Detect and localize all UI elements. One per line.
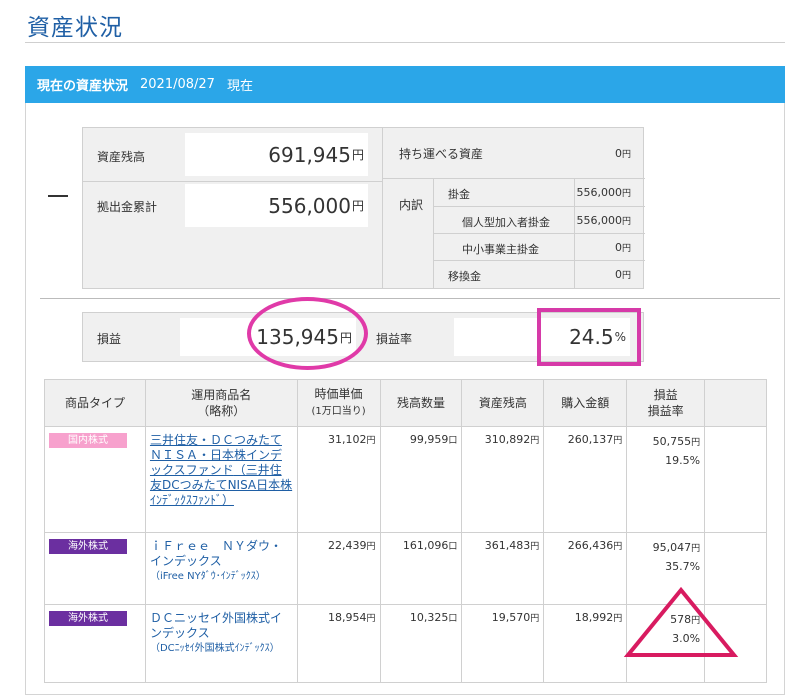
breakdown-row-value: 556,000円 <box>576 186 631 199</box>
breakdown-row: 掛金 556,000円 <box>434 179 645 207</box>
divider <box>574 261 575 289</box>
cost-cell: 260,137円 <box>543 426 628 533</box>
breakdown-row: 移換金 0円 <box>434 261 645 289</box>
portable-value: 0 <box>614 146 622 160</box>
contrib-label: 拠出金累計 <box>97 200 158 214</box>
breakdown-row-label: 掛金 <box>448 188 470 201</box>
breakdown-row: 個人型加入者掛金 556,000円 <box>434 207 645 234</box>
qty-cell: 161,096口 <box>379 532 463 605</box>
price-cell: 31,102円 <box>296 426 381 533</box>
portable-unit: 円 <box>621 149 631 160</box>
section-header: 現在の資産状況 2021/08/27 現在 <box>25 66 785 103</box>
col-price: 時価単価 (1万口当り) <box>296 379 381 427</box>
table-header-row: 商品タイプ 運用商品名 （略称） 時価単価 (1万口当り) 残高数量 資産残高 購入… <box>44 379 767 427</box>
breakdown-label: 内訳 <box>399 198 424 212</box>
type-badge: 国内株式 <box>49 433 127 448</box>
col-balance: 資産残高 <box>461 379 545 427</box>
breakdown-row-value: 0円 <box>614 241 631 254</box>
contrib-unit: 円 <box>351 199 364 213</box>
portable-value-wrap: 0円 <box>615 128 631 178</box>
fund-name[interactable]: ＤＣニッセイ外国株式インデックス <box>150 611 293 641</box>
blank-cell <box>704 426 767 533</box>
cost-cell: 266,436円 <box>543 532 628 605</box>
highlight-rectangle <box>537 308 641 366</box>
balance-cell: 310,892円 <box>461 426 545 533</box>
col-name: 運用商品名 （略称） <box>144 379 298 427</box>
price-cell: 22,439円 <box>296 532 381 605</box>
collapse-icon[interactable] <box>48 195 68 197</box>
balance-value-box: 691,945 円 <box>185 133 368 176</box>
fund-cell: 三井住友・ＤＣつみたてＮＩＳＡ・日本株インデックスファンド（三井住友DCつみたて… <box>144 426 298 533</box>
breakdown-row: 中小事業主掛金 0円 <box>434 234 645 261</box>
title-divider <box>25 42 785 43</box>
qty-cell: 10,325口 <box>379 604 463 683</box>
portable-row: 持ち運べる資産 0円 <box>383 128 645 179</box>
col-qty: 残高数量 <box>379 379 463 427</box>
balance-cell: 361,483円 <box>461 532 545 605</box>
fund-link[interactable]: 三井住友・ＤＣつみたてＮＩＳＡ・日本株インデックスファンド（三井住友DCつみたて… <box>150 433 293 508</box>
divider <box>574 207 575 233</box>
type-cell: 海外株式 <box>44 532 146 605</box>
profit-label: 損益 <box>97 332 122 346</box>
triangle-annotation-icon <box>623 586 739 657</box>
qty-cell: 99,959口 <box>379 426 463 533</box>
breakdown-row-label: 個人型加入者掛金 <box>462 216 550 229</box>
type-cell: 海外株式 <box>44 604 146 683</box>
section-date: 2021/08/27 <box>140 77 215 92</box>
portable-label: 持ち運べる資産 <box>399 146 484 161</box>
section-suffix: 現在 <box>226 79 253 94</box>
highlight-circle <box>247 297 368 370</box>
fund-cell: ｉＦｒｅｅ ＮＹダウ・インデックス （iFree NYﾀﾞｳ･ｲﾝﾃﾞｯｸｽ） <box>144 532 298 605</box>
type-badge: 海外株式 <box>49 539 127 554</box>
balance-label: 資産残高 <box>97 150 146 164</box>
balance-unit: 円 <box>351 148 364 162</box>
col-blank <box>704 379 767 427</box>
pl-cell: 50,755円 19.5% <box>626 426 706 533</box>
breakdown-row-label: 中小事業主掛金 <box>462 243 539 256</box>
fund-name[interactable]: ｉＦｒｅｅ ＮＹダウ・インデックス <box>150 539 293 569</box>
fund-cell: ＤＣニッセイ外国株式インデックス （DCﾆｯｾｲ外国株式ｲﾝﾃﾞｯｸｽ） <box>144 604 298 683</box>
type-cell: 国内株式 <box>44 426 146 533</box>
table-row: 国内株式 三井住友・ＤＣつみたてＮＩＳＡ・日本株インデックスファンド（三井住友D… <box>44 426 767 533</box>
fund-short-name: （DCﾆｯｾｲ外国株式ｲﾝﾃﾞｯｸｽ） <box>149 643 280 654</box>
breakdown-row-value: 556,000円 <box>576 214 631 227</box>
breakdown-row-value: 0円 <box>614 268 631 281</box>
balance-value: 691,945 <box>268 142 351 167</box>
col-cost: 購入金額 <box>543 379 628 427</box>
balance-cell: 19,570円 <box>461 604 545 683</box>
contrib-value-box: 556,000 円 <box>185 184 368 227</box>
contrib-value: 556,000 <box>268 193 351 218</box>
page-title: 資産状況 <box>27 15 123 41</box>
divider <box>574 179 575 206</box>
cost-cell: 18,992円 <box>543 604 628 683</box>
section-divider <box>40 298 780 299</box>
asset-summary: 資産残高 691,945 円 拠出金累計 556,000 円 持ち運べる資産 0円 … <box>82 127 645 289</box>
col-type: 商品タイプ <box>44 379 146 427</box>
price-cell: 18,954円 <box>296 604 381 683</box>
profit-rate-label: 損益率 <box>376 332 413 346</box>
type-badge: 海外株式 <box>49 611 127 626</box>
col-pl: 損益 損益率 <box>626 379 706 427</box>
divider <box>83 181 382 182</box>
section-heading: 現在の資産状況 <box>37 79 129 94</box>
fund-short-name: （iFree NYﾀﾞｳ･ｲﾝﾃﾞｯｸｽ） <box>149 571 266 582</box>
divider <box>574 234 575 260</box>
breakdown-row-label: 移換金 <box>448 270 481 283</box>
